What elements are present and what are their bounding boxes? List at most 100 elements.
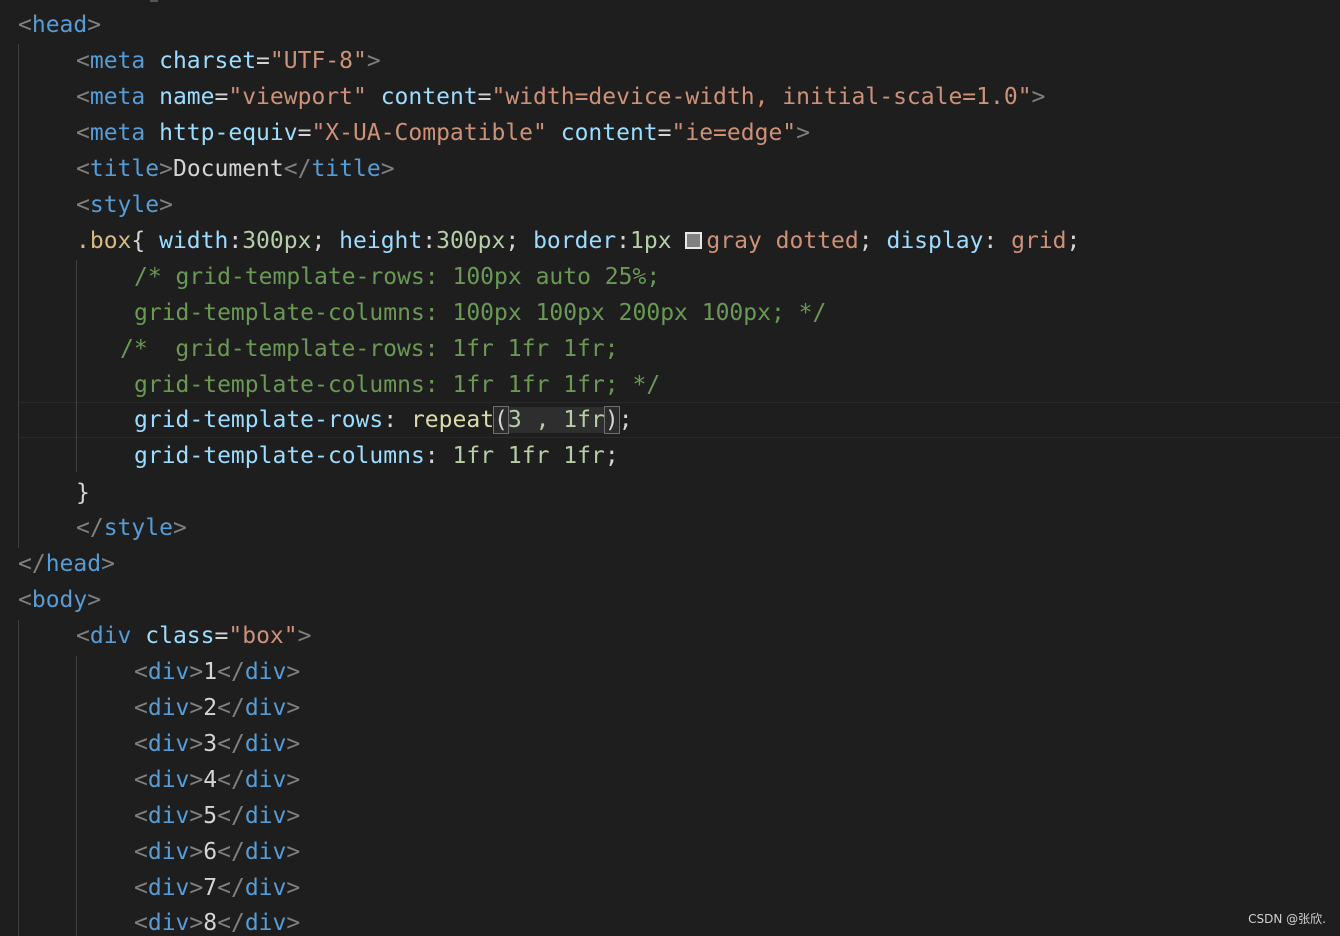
code-token: title (89, 156, 160, 182)
code-line[interactable]: /* grid-template-rows: 1fr 1fr 1fr; (120, 331, 619, 367)
code-token: < (134, 910, 148, 936)
code-line[interactable]: <div>4</div> (134, 762, 300, 798)
code-line[interactable]: } (76, 475, 90, 511)
code-token: > (159, 156, 173, 182)
code-token: "box" (228, 623, 298, 649)
code-token: > (286, 659, 301, 685)
code-line[interactable]: <div>5</div> (134, 798, 300, 834)
code-token: > (87, 587, 102, 613)
code-token: : (422, 228, 437, 254)
code-token: 1fr 1fr 1fr (452, 443, 605, 469)
code-token: } (76, 480, 90, 506)
color-swatch-icon[interactable] (685, 232, 703, 249)
code-token: </ (217, 659, 245, 685)
code-line[interactable]: <div>3</div> (134, 726, 300, 762)
code-token: = (256, 48, 270, 74)
watermark: CSDN @张欣. (1248, 912, 1326, 926)
code-token: : (616, 228, 631, 254)
code-line[interactable]: <meta name="viewport" content="width=dev… (76, 79, 1045, 115)
code-line[interactable]: <style> (76, 187, 173, 223)
code-line[interactable]: <title>Document</title> (76, 151, 395, 187)
code-token: > (286, 910, 301, 936)
code-line[interactable]: <meta http-equiv="X-UA-Compatible" conte… (76, 115, 810, 151)
code-token: ; (1066, 228, 1081, 254)
code-token: </ (217, 731, 245, 757)
code-token: "width=device-width, initial-scale=1.0" (491, 84, 1032, 110)
code-line[interactable]: grid-template-columns: 1fr 1fr 1fr; (134, 438, 619, 474)
code-token: charset (159, 48, 257, 74)
code-line[interactable]: grid-template-columns: 1fr 1fr 1fr; */ (134, 367, 660, 403)
code-line[interactable]: grid-template-columns: 100px 100px 200px… (134, 295, 826, 331)
indent-guide (18, 44, 19, 548)
code-token: < (134, 839, 148, 865)
code-line[interactable]: <head> (18, 7, 101, 43)
code-line[interactable]: <div>8</div> (134, 905, 300, 936)
code-token: < (76, 48, 90, 74)
code-line[interactable]: <div class="box"> (76, 618, 311, 654)
code-token: = (214, 623, 229, 649)
code-token: < (76, 120, 90, 146)
code-token: > (796, 120, 810, 146)
code-token: div (244, 839, 287, 865)
code-token: < (134, 731, 148, 757)
code-token: > (189, 910, 204, 936)
code-token: div (89, 623, 132, 649)
code-token: = (477, 84, 492, 110)
code-token: < (18, 12, 32, 38)
code-line[interactable]: <div>1</div> (134, 654, 300, 690)
code-token: div (147, 767, 190, 793)
code-token: 2 (203, 695, 218, 721)
code-line[interactable]: .box{ width:300px; height:300px; border:… (76, 223, 1080, 259)
code-token: meta (89, 48, 146, 74)
code-token: "ie=edge" (671, 120, 797, 146)
code-token: > (189, 731, 204, 757)
code-token: div (244, 767, 287, 793)
code-comment: /* grid-template-rows: 100px auto 25%; (134, 264, 661, 290)
code-token: </ (283, 156, 312, 182)
code-line[interactable]: </style> (76, 510, 187, 546)
code-line[interactable]: <div>7</div> (134, 870, 300, 906)
code-token: title (311, 156, 381, 182)
code-token: ; (858, 228, 887, 254)
code-token: style (89, 192, 160, 218)
code-token: = (657, 120, 672, 146)
code-line[interactable]: </head> (18, 546, 115, 582)
code-token: 6 (203, 839, 218, 865)
code-editor[interactable]: <head> <meta charset="UTF-8"> <meta name… (0, 0, 1340, 936)
code-token: </ (217, 839, 245, 865)
code-line[interactable]: <body> (18, 582, 101, 618)
code-token: > (380, 156, 395, 182)
code-line[interactable]: <div>2</div> (134, 690, 300, 726)
code-token: < (18, 587, 32, 613)
code-token: : (383, 407, 411, 433)
code-token: Document (172, 156, 284, 182)
code-token: </ (217, 695, 245, 721)
code-token: < (76, 623, 90, 649)
code-token: 8 (203, 910, 218, 936)
code-token: </ (76, 515, 104, 541)
code-token: 1px (630, 228, 672, 254)
indent-guide (76, 656, 77, 936)
code-token: < (134, 695, 148, 721)
code-token: class (145, 623, 215, 649)
code-token: div (147, 875, 190, 901)
code-token: > (286, 767, 301, 793)
code-token: > (172, 515, 187, 541)
code-token: .box (76, 228, 132, 254)
code-token: grid-template-columns (134, 443, 425, 469)
code-token: 3 (203, 731, 218, 757)
code-line[interactable]: <div>6</div> (134, 834, 300, 870)
code-token: > (1031, 84, 1046, 110)
code-line[interactable]: <meta charset="UTF-8"> (76, 43, 381, 79)
code-token: "X-UA-Compatible" (311, 120, 547, 146)
code-token: meta (89, 84, 146, 110)
code-line-active[interactable]: grid-template-rows: repeat(3 , 1fr); (134, 402, 633, 438)
bracket-match: ( (493, 406, 509, 434)
code-token: "viewport" (228, 84, 367, 110)
code-token: body (31, 587, 88, 613)
code-token: ; (618, 407, 633, 433)
code-token: : (228, 228, 243, 254)
code-line[interactable]: /* grid-template-rows: 100px auto 25%; (134, 259, 660, 295)
code-token: div (147, 803, 190, 829)
